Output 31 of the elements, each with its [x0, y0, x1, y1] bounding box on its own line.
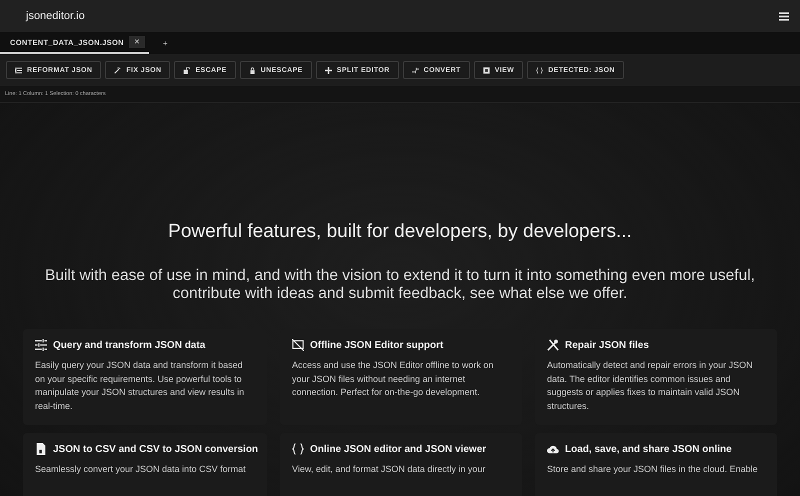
convert-icon — [412, 66, 419, 74]
feature-description: Easily query your JSON data and transform it based on your specific requirements. Use powerful tools to manipulate your JSON structures and view results in real-time. — [35, 359, 246, 412]
align-icon — [15, 66, 22, 74]
feature-title: Query and transform JSON data — [53, 340, 206, 350]
feature-title: Online JSON editor and JSON viewer — [310, 444, 486, 454]
feature-description: Automatically detect and repair errors in your JSON data. The editor identifies common issues and suggests or applies fixes to maintain valid JSON structures. — [547, 359, 754, 412]
sliders-icon — [35, 339, 47, 351]
feature-description: View, edit, and format JSON data directly in your — [292, 463, 486, 476]
crossed-monitor-icon — [292, 339, 304, 351]
site-logo[interactable]: jsoneditor.io — [26, 10, 85, 22]
view-icon — [482, 66, 490, 74]
braces-icon — [536, 66, 544, 74]
unlock-icon — [183, 66, 190, 74]
feature-title: Repair JSON files — [565, 340, 649, 350]
feature-title: Load, save, and share JSON online — [565, 444, 732, 454]
cloud-upload-icon — [547, 443, 559, 455]
new-tab-button[interactable]: + — [148, 32, 182, 54]
feature-title: JSON to CSV and CSV to JSON conversion — [53, 444, 258, 454]
braces-icon — [292, 443, 304, 455]
feature-description: Seamlessly convert your JSON data into CSV format — [35, 463, 247, 476]
feature-title: Offline JSON Editor support — [310, 340, 444, 350]
hero-subtitle: Built with ease of use in mind, and with the vision to extend it to turn it into something even more useful, contribute with ideas and submit feedback, see what else we offer. — [44, 267, 756, 303]
plus-icon — [324, 66, 332, 74]
wand-icon — [114, 66, 122, 74]
file-icon — [35, 443, 47, 455]
menu-icon[interactable] — [779, 12, 789, 20]
feature-description: Access and use the JSON Editor offline to work on your JSON files without needing an internet connection. Perfect for on-the-go development. — [292, 359, 494, 399]
feature-description: Store and share your JSON files in the cloud. Enable — [547, 463, 759, 476]
hero-title: Powerful features, built for developers, by developers... — [168, 221, 632, 243]
tools-icon — [547, 339, 559, 351]
lock-icon — [248, 66, 256, 74]
